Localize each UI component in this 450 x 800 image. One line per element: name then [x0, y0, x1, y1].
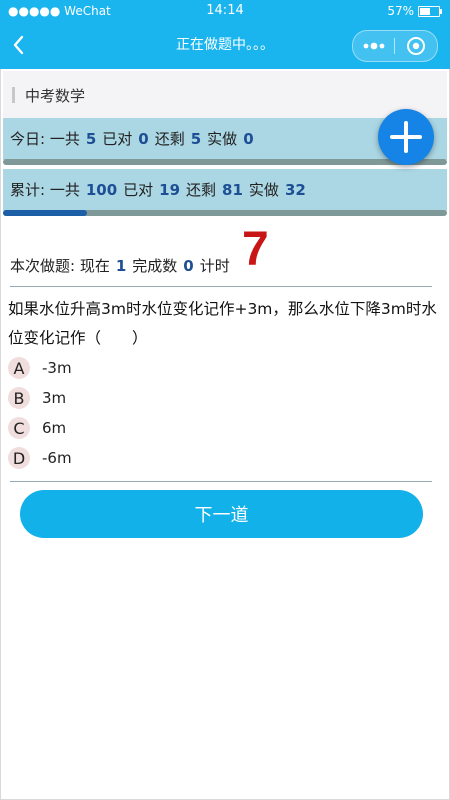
today-prefix: 今日: 一共: [10, 130, 80, 148]
subject-accent-bar: [12, 87, 15, 103]
battery-fill: [420, 7, 431, 15]
today-stats-text: 今日: 一共 5 已对 0 还剩 5 实做 0: [10, 128, 260, 149]
battery-icon: [418, 5, 442, 17]
cumulative-progress-bar: [3, 210, 447, 216]
option-b-text: 3m: [42, 389, 67, 407]
target-circle-icon: [406, 37, 425, 55]
today-done-label: 实做: [207, 130, 238, 148]
next-question-button[interactable]: 下一道: [20, 490, 423, 538]
session-stats: 本次做题: 现在 1 完成数 0 计时 7: [10, 223, 430, 282]
option-a[interactable]: A -3m: [8, 353, 438, 383]
cumulative-progress-fill: [3, 210, 88, 216]
more-dots-icon: [363, 42, 384, 50]
cumulative-remaining-label: 还剩: [186, 181, 217, 199]
cumulative-total: 100: [85, 181, 118, 199]
session-completed: 0: [183, 257, 194, 275]
option-d-text: -6m: [42, 449, 72, 467]
session-current: 1: [115, 257, 127, 275]
answer-options: A -3m B 3m C 6m D -6m: [8, 353, 438, 473]
status-bar: ●●●●● WeChat 14:14 57%: [0, 0, 450, 22]
option-a-letter: A: [8, 357, 30, 379]
cumulative-remaining: 81: [222, 181, 243, 199]
session-timer-label: 计时: [199, 257, 230, 275]
cumulative-prefix: 累计: 一共: [10, 181, 80, 199]
clock: 14:14: [206, 3, 244, 18]
option-c[interactable]: C 6m: [8, 413, 438, 443]
mini-program-capsule: [352, 30, 438, 62]
cumulative-done-label: 实做: [248, 181, 279, 199]
battery-indicator: 57%: [387, 4, 442, 18]
session-stats-text: 本次做题: 现在 1 完成数 0 计时: [10, 255, 230, 276]
timer-value: 7: [242, 223, 269, 276]
session-completed-label: 完成数: [132, 257, 178, 275]
cumulative-done: 32: [284, 181, 306, 199]
option-b[interactable]: B 3m: [8, 383, 438, 413]
option-c-text: 6m: [42, 419, 67, 437]
nav-bar: 正在做题中。。。: [0, 22, 450, 69]
plus-icon: [390, 121, 422, 153]
close-button[interactable]: [395, 31, 436, 61]
option-a-text: -3m: [42, 359, 72, 377]
more-button[interactable]: [353, 31, 394, 61]
option-b-letter: B: [8, 387, 30, 409]
today-done: 0: [243, 130, 254, 148]
option-d[interactable]: D -6m: [8, 443, 438, 473]
cumulative-stats-text: 累计: 一共 100 已对 19 还剩 81 实做 32: [10, 179, 312, 200]
subject-label: 中考数学: [25, 87, 86, 105]
today-correct: 0: [138, 130, 149, 148]
option-d-letter: D: [8, 447, 30, 469]
divider-top: [10, 286, 432, 287]
today-remaining-label: 还剩: [154, 130, 185, 148]
today-remaining: 5: [190, 130, 202, 148]
question-text: 如果水位升高3m时水位变化记作+3m，那么水位下降3m时水位变化记作（ ）: [8, 300, 437, 347]
cumulative-correct: 19: [159, 181, 181, 199]
today-total: 5: [85, 130, 97, 148]
add-button[interactable]: [378, 109, 434, 165]
cumulative-stats: 累计: 一共 100 已对 19 还剩 81 实做 32: [3, 169, 447, 216]
session-prefix: 本次做题: 现在: [10, 257, 110, 275]
cumulative-correct-label: 已对: [123, 181, 154, 199]
divider-bottom: [10, 481, 432, 482]
today-correct-label: 已对: [102, 130, 133, 148]
option-c-letter: C: [8, 417, 30, 439]
battery-percent: 57%: [387, 4, 414, 18]
